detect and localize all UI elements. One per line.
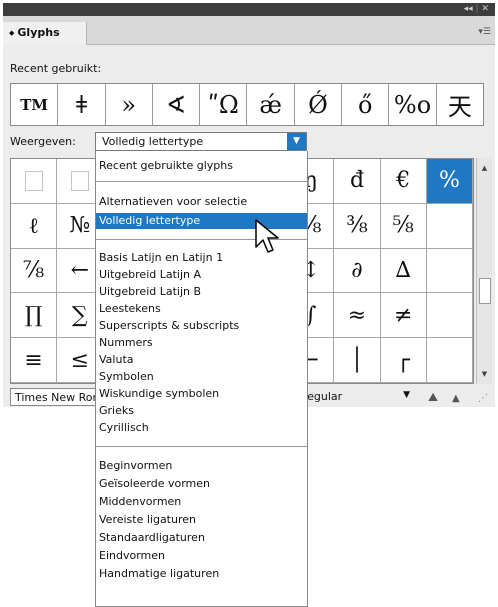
glyph-cell[interactable] [426, 248, 473, 294]
glyph-cell[interactable]: │ [334, 338, 381, 383]
scroll-down-icon[interactable]: ▼ [477, 370, 492, 378]
menu-item[interactable]: Geïsoleerde vormen [96, 476, 307, 492]
menu-item[interactable]: Grieks [96, 403, 307, 419]
recent-glyph-cell[interactable]: ǽ [247, 84, 295, 125]
recent-glyph-cell[interactable]: ʺΩ [200, 84, 248, 125]
glyph-cell[interactable]: đ [334, 159, 381, 204]
menu-item[interactable]: Beginvormen [96, 458, 307, 474]
show-label: Weergeven: [10, 135, 76, 148]
menu-item[interactable]: Symbolen [96, 369, 307, 385]
glyph-cell[interactable] [11, 159, 58, 204]
glyph-cell[interactable] [426, 293, 473, 339]
close-icon[interactable]: ✕ [481, 4, 489, 14]
menu-separator [96, 181, 307, 182]
view-select[interactable]: Volledig lettertype ▼ [95, 132, 307, 151]
panel-menu-icon[interactable]: ▾☰ [478, 27, 491, 37]
scroll-up-icon[interactable]: ▲ [477, 164, 492, 172]
missing-glyph-box [70, 170, 89, 191]
menu-item[interactable]: Uitgebreid Latijn A [96, 267, 307, 283]
glyph-cell[interactable]: % [426, 159, 473, 204]
view-select-value: Volledig lettertype [102, 135, 204, 148]
recent-glyph-cell[interactable]: » [106, 84, 153, 125]
menu-item[interactable]: Superscripts & subscripts [96, 318, 307, 334]
menu-item[interactable]: Middenvormen [96, 494, 307, 510]
glyph-cell[interactable]: € [380, 159, 427, 204]
missing-glyph-box [24, 170, 43, 191]
recent-glyph-cell[interactable]: TM [11, 84, 59, 125]
menu-item[interactable]: Recent gebruikte glyphs [96, 158, 307, 174]
font-style-field[interactable]: Regular ▼ [296, 388, 416, 406]
recent-glyph-cell[interactable]: ő [342, 84, 390, 125]
double-chevron-icon[interactable]: ◂◂ [464, 4, 473, 14]
menu-item[interactable]: Alternatieven voor selectie [96, 194, 307, 210]
glyph-cell[interactable]: ≠ [380, 293, 427, 339]
recent-glyph-cell[interactable]: Ǿ [295, 84, 343, 125]
tab-toggle-icon[interactable]: ◆ [9, 29, 14, 37]
glyph-cell[interactable]: ℓ [11, 203, 58, 249]
menu-item[interactable]: Uitgebreid Latijn B [96, 284, 307, 300]
menu-item[interactable]: Vereiste ligaturen [96, 512, 307, 528]
recent-glyphs-strip: TM ǂ» ∢ ʺΩ ǽ Ǿő %o 天 [10, 83, 484, 126]
menu-item[interactable]: Cyrillisch [96, 420, 307, 436]
chevron-down-icon[interactable]: ▼ [287, 133, 306, 150]
tab-glyphs[interactable]: ◆ Glyphs [3, 22, 87, 45]
glyph-cell[interactable]: ⅜ [334, 203, 381, 249]
menu-item[interactable]: Valuta [96, 352, 307, 368]
menu-item[interactable]: Wiskundige symbolen [96, 386, 307, 402]
glyph-cell[interactable] [426, 338, 473, 383]
recent-glyph-cell[interactable]: ǂ [58, 84, 106, 125]
menu-separator [96, 446, 307, 447]
glyph-cell[interactable] [426, 203, 473, 249]
recent-glyph-cell[interactable]: ∢ [153, 84, 201, 125]
glyph-cell[interactable]: ┌ [380, 338, 427, 383]
glyph-cell[interactable]: ⅝ [380, 203, 427, 249]
glyph-grid-scrollbar[interactable]: ▲ ▼ [476, 158, 492, 384]
large-mountain-icon[interactable]: ▲ [452, 393, 460, 404]
font-family-field[interactable]: Times New Roman [10, 388, 102, 406]
menu-item[interactable]: Standaardligaturen [96, 530, 307, 546]
menu-item[interactable]: Nummers [96, 335, 307, 351]
glyph-cell[interactable]: ⅞ [11, 248, 58, 294]
recent-glyph-cell[interactable]: 天 [437, 84, 483, 125]
glyph-cell[interactable]: ≈ [334, 293, 381, 339]
glyph-cell[interactable]: ∂ [334, 248, 381, 294]
collapse-close-controls[interactable]: ◂◂ | ✕ [464, 3, 489, 16]
scroll-thumb[interactable] [479, 278, 491, 304]
menu-item[interactable]: Eindvormen [96, 548, 307, 564]
small-mountain-icon[interactable]: ⛰ [428, 390, 438, 405]
font-family-value: Times New Roman [15, 391, 101, 404]
recent-label: Recent gebruikt: [10, 62, 102, 75]
arrow-cursor-icon [255, 219, 279, 253]
chevron-down-icon[interactable]: ▼ [403, 390, 410, 400]
glyph-cell[interactable]: ∏ [11, 293, 58, 339]
tab-bar: ◆ Glyphs ▾☰ [3, 16, 495, 45]
panel-titlebar: ◂◂ | ✕ [3, 3, 495, 16]
glyph-cell[interactable]: ∆ [380, 248, 427, 294]
tab-glyphs-label: Glyphs [17, 26, 60, 39]
recent-glyph-cell[interactable]: %o [389, 84, 437, 125]
glyph-cell[interactable]: ≡ [11, 338, 58, 383]
menu-item[interactable]: Handmatige ligaturen [96, 566, 307, 582]
resize-grip-icon[interactable]: ⋰ [478, 393, 488, 404]
menu-item[interactable]: Leestekens [96, 301, 307, 317]
